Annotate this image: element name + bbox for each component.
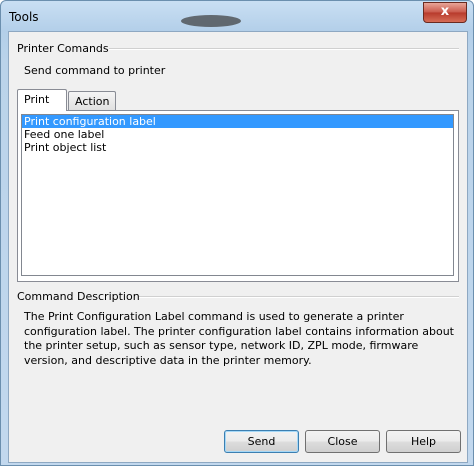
- tab-strip: Print Action: [17, 89, 459, 111]
- title-bar-background-decoration: [181, 15, 241, 27]
- close-icon[interactable]: x: [423, 2, 467, 23]
- tab-print[interactable]: Print: [17, 89, 67, 111]
- command-description-heading: Command Description: [17, 290, 140, 303]
- tab-panel-print: Print configuration label Feed one label…: [17, 110, 459, 282]
- dialog-body: Printer Comands Send command to printer …: [8, 31, 468, 463]
- separator: [139, 296, 459, 298]
- separator: [109, 48, 459, 50]
- list-item-feed-one-label[interactable]: Feed one label: [22, 128, 453, 141]
- list-item-print-configuration-label[interactable]: Print configuration label: [22, 115, 453, 128]
- command-description-text: The Print Configuration Label command is…: [24, 310, 454, 367]
- tab-action[interactable]: Action: [68, 91, 116, 110]
- command-listbox[interactable]: Print configuration label Feed one label…: [21, 114, 454, 276]
- send-command-label: Send command to printer: [24, 64, 166, 77]
- send-button[interactable]: Send: [224, 430, 299, 453]
- list-item-print-object-list[interactable]: Print object list: [22, 141, 453, 154]
- tools-dialog: Tools x Printer Comands Send command to …: [0, 0, 474, 466]
- window-title: Tools: [9, 10, 39, 24]
- help-button[interactable]: Help: [386, 430, 461, 453]
- title-bar[interactable]: Tools x: [1, 1, 473, 31]
- close-button[interactable]: Close: [305, 430, 380, 453]
- printer-commands-heading: Printer Comands: [17, 42, 109, 55]
